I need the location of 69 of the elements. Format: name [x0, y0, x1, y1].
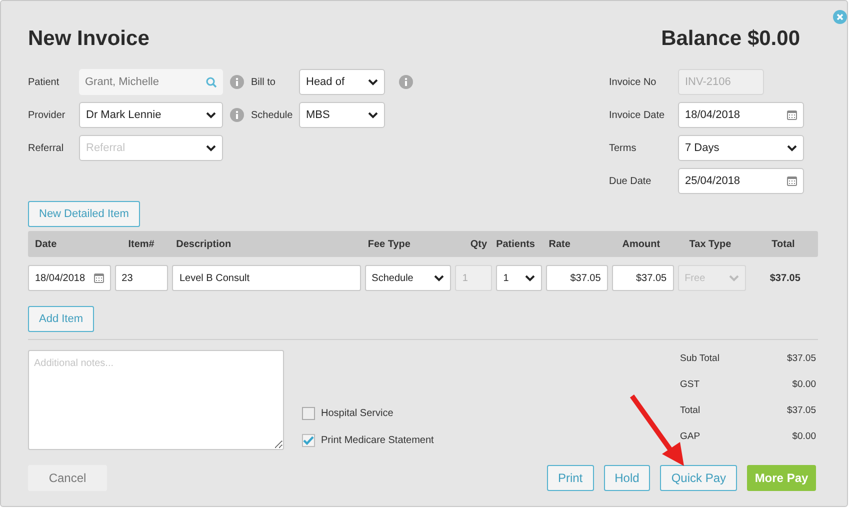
checkbox-label: Hospital Service [321, 407, 394, 421]
dropdown[interactable]: Head of [299, 69, 385, 95]
calendar-icon [94, 273, 104, 283]
total-value: $37.05 [786, 404, 816, 417]
chevron-down-icon [525, 274, 536, 282]
column-header: Total [770, 238, 796, 252]
date-field[interactable]: 18/04/2018 [28, 265, 111, 291]
field-label: Referral [28, 142, 65, 156]
search-field[interactable]: Grant, Michelle [79, 69, 223, 95]
dropdown[interactable]: Schedule [364, 265, 452, 291]
column-header: Patients [495, 238, 536, 252]
column-header: Tax Type [688, 238, 732, 252]
info-icon[interactable] [230, 75, 244, 89]
input-field[interactable]: $37.05 [612, 265, 674, 291]
dropdown[interactable]: MBS [299, 102, 385, 128]
info-icon[interactable] [230, 108, 244, 122]
field-label: Due Date [609, 174, 652, 188]
column-header: Item# [127, 238, 156, 252]
field-label: Bill to [251, 76, 276, 90]
total-label: GAP [680, 430, 700, 443]
column-header: Amount [621, 238, 662, 252]
dropdown[interactable]: 1 [496, 265, 542, 291]
field-label: Patient [28, 76, 60, 90]
field-label: Provider [28, 108, 66, 122]
action-button[interactable]: Cancel [28, 465, 107, 491]
checkbox-label: Print Medicare Statement [321, 434, 434, 448]
dropdown[interactable]: 7 Days [678, 135, 804, 161]
column-header: Description [175, 238, 232, 252]
total-value: $0.00 [792, 430, 816, 443]
notes-field[interactable]: Additional notes... [28, 350, 284, 450]
chevron-down-icon [729, 274, 740, 282]
field-label: Invoice Date [609, 108, 666, 122]
total-label: Sub Total [680, 352, 720, 365]
chevron-down-icon [434, 274, 444, 282]
column-header: Qty [469, 238, 488, 252]
chevron-down-icon [368, 112, 378, 118]
chevron-down-icon [368, 78, 378, 86]
total-label: GST [680, 378, 700, 391]
field-label: Terms [609, 142, 638, 156]
input-field: 1 [455, 265, 492, 291]
chevron-down-icon [787, 144, 797, 152]
field-label: Schedule [251, 108, 294, 122]
input-field: INV-2106 [678, 69, 764, 95]
date-field[interactable]: 25/04/2018 [678, 168, 804, 194]
total-value: $0.00 [792, 378, 816, 391]
chevron-down-icon [206, 112, 216, 118]
balance-amount: Balance $0.00 [661, 26, 800, 52]
input-field[interactable]: Level B Consult [172, 265, 361, 291]
chevron-down-icon [206, 144, 216, 152]
dropdown[interactable]: Dr Mark Lennie [79, 102, 223, 128]
dialog-title: New Invoice [28, 26, 150, 52]
total-label: Total [680, 404, 700, 417]
field-label: Invoice No [609, 76, 658, 90]
close-icon[interactable] [833, 10, 847, 24]
calendar-icon [787, 176, 797, 186]
input-field[interactable]: $37.05 [546, 265, 608, 291]
input-field[interactable]: 23 [114, 265, 168, 291]
column-header: Fee Type [366, 238, 412, 252]
checkbox[interactable] [302, 407, 315, 420]
checkmark-icon [303, 436, 314, 445]
info-icon[interactable] [399, 75, 413, 89]
total-value: $37.05 [786, 352, 816, 365]
column-header: Rate [548, 238, 572, 252]
table-cell-text: $37.05 [768, 272, 802, 286]
calendar-icon [787, 110, 797, 120]
date-field[interactable]: 18/04/2018 [678, 102, 804, 128]
column-header: Date [34, 238, 58, 252]
search-icon [206, 76, 217, 88]
checkbox[interactable] [302, 434, 315, 447]
